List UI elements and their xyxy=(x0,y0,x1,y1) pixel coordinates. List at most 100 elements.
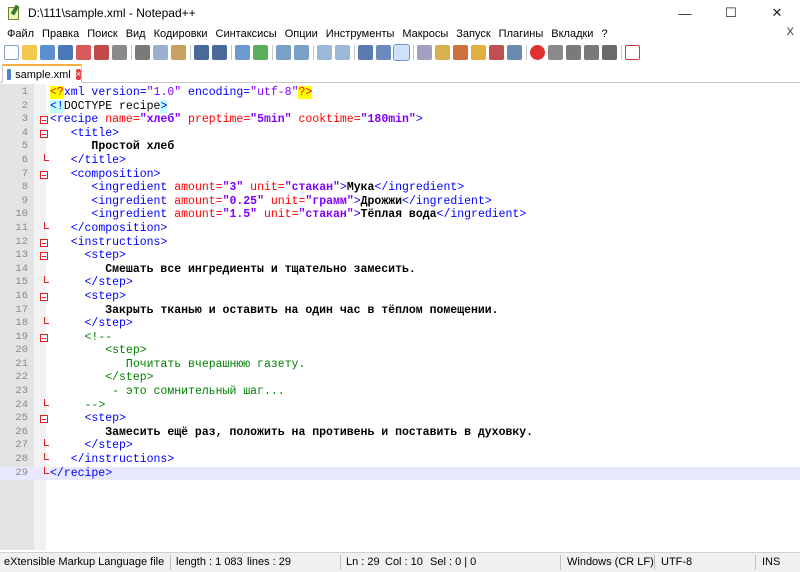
fold-end-marker xyxy=(44,466,49,474)
doc-switcher-icon[interactable] xyxy=(489,44,504,60)
fold-toggle-icon[interactable] xyxy=(40,333,48,342)
find-icon[interactable] xyxy=(235,44,250,60)
line-text: <instructions> xyxy=(70,235,168,249)
menu-encoding[interactable]: Кодировки xyxy=(150,28,212,40)
paste-icon[interactable] xyxy=(171,44,186,60)
stop-macro-icon[interactable] xyxy=(548,44,563,60)
status-divider xyxy=(654,555,655,570)
line-number: 29 xyxy=(15,466,28,479)
editor[interactable]: 1 <?xml version="1.0" encoding="utf-8"?> … xyxy=(0,84,800,550)
minimize-button[interactable]: — xyxy=(662,0,708,26)
title-bar: D:\111\sample.xml - Notepad++ — ☐ ✕ xyxy=(0,0,800,26)
toolbar-separator xyxy=(190,44,191,60)
udl-icon[interactable] xyxy=(417,44,432,60)
redo-icon[interactable] xyxy=(212,44,227,60)
cut-icon[interactable] xyxy=(135,44,150,60)
fold-end-marker xyxy=(44,439,49,447)
save-icon[interactable] xyxy=(40,44,55,60)
line-number: 13 xyxy=(15,249,28,262)
code-area[interactable]: 1 <?xml version="1.0" encoding="utf-8"?> … xyxy=(0,86,800,481)
line-text: </recipe> xyxy=(50,466,113,480)
fold-toggle-icon[interactable] xyxy=(40,129,48,138)
copy-icon[interactable] xyxy=(153,44,168,60)
line-text: </step> xyxy=(84,317,133,331)
menu-macro[interactable]: Макросы xyxy=(398,28,452,40)
doc-map-icon[interactable] xyxy=(435,44,450,60)
menu-view[interactable]: Вид xyxy=(122,28,150,40)
status-selection: Sel : 0 | 0 xyxy=(430,556,477,568)
line-number: 18 xyxy=(15,317,28,330)
tab-close-icon[interactable]: × xyxy=(75,69,81,80)
new-file-icon[interactable] xyxy=(4,44,19,60)
notepad-app-icon xyxy=(7,4,21,21)
code-line: 18 </step> xyxy=(0,317,800,331)
code-line: 9 <ingredient amount="0.25" unit="грамм"… xyxy=(0,195,800,209)
save-macro-icon[interactable] xyxy=(602,44,617,60)
fold-toggle-icon[interactable] xyxy=(40,252,48,261)
maximize-button[interactable]: ☐ xyxy=(708,0,754,26)
line-text: <ingredient amount="0.25" unit="грамм">Д… xyxy=(91,194,492,208)
menu-language[interactable]: Синтаксисы xyxy=(212,28,281,40)
line-number: 8 xyxy=(21,181,28,194)
toolbar-separator xyxy=(413,44,414,60)
code-line: 5 Простой хлеб xyxy=(0,140,800,154)
fold-toggle-icon[interactable] xyxy=(40,292,48,301)
show-all-chars-icon[interactable] xyxy=(376,44,391,60)
print-icon[interactable] xyxy=(112,44,127,60)
monitoring-icon[interactable] xyxy=(507,44,522,60)
sync-horizontal-icon[interactable] xyxy=(335,44,350,60)
status-encoding[interactable]: UTF-8 xyxy=(661,556,692,568)
menu-plugins[interactable]: Плагины xyxy=(495,28,548,40)
play-macro-icon[interactable] xyxy=(566,44,581,60)
fold-toggle-icon[interactable] xyxy=(40,170,48,179)
code-line: 6 </title> xyxy=(0,153,800,168)
line-text: <step> xyxy=(84,249,126,263)
zoom-out-icon[interactable] xyxy=(294,44,309,60)
fold-toggle-icon[interactable] xyxy=(40,116,48,125)
status-eol[interactable]: Windows (CR LF) xyxy=(567,556,654,568)
close-button[interactable]: ✕ xyxy=(754,0,800,26)
line-number: 10 xyxy=(15,208,28,221)
line-text: Замесить ещё раз, положить на противень … xyxy=(105,425,534,439)
tab-sample-xml[interactable]: sample.xml × xyxy=(2,64,82,83)
toolbar-separator xyxy=(272,44,273,60)
fold-toggle-icon[interactable] xyxy=(40,415,48,424)
function-list-icon[interactable] xyxy=(453,44,468,60)
menu-settings[interactable]: Опции xyxy=(281,28,322,40)
fold-end-marker xyxy=(44,317,49,325)
menu-help[interactable]: ? xyxy=(597,28,611,40)
menu-edit[interactable]: Правка xyxy=(38,28,83,40)
line-text: - это сомнительный шаг... xyxy=(112,385,285,399)
word-wrap-icon[interactable] xyxy=(358,44,373,60)
menu-window[interactable]: Вкладки xyxy=(547,28,597,40)
save-all-icon[interactable] xyxy=(58,44,73,60)
menu-tools[interactable]: Инструменты xyxy=(322,28,399,40)
close-all-icon[interactable] xyxy=(94,44,109,60)
menu-search[interactable]: Поиск xyxy=(83,28,121,40)
undo-icon[interactable] xyxy=(194,44,209,60)
fold-toggle-icon[interactable] xyxy=(40,238,48,247)
close-file-icon[interactable] xyxy=(76,44,91,60)
toolbar-separator xyxy=(354,44,355,60)
folder-as-workspace-icon[interactable] xyxy=(471,44,486,60)
open-file-icon[interactable] xyxy=(22,44,37,60)
code-line: 27 </step> xyxy=(0,439,800,453)
indent-guide-icon[interactable] xyxy=(393,43,410,61)
code-line: 23 - это сомнительный шаг... xyxy=(0,385,800,399)
menu-file[interactable]: Файл xyxy=(3,28,38,40)
line-text: </instructions> xyxy=(70,453,175,467)
code-line: 16 <step> xyxy=(0,290,800,304)
record-macro-icon[interactable] xyxy=(530,44,545,60)
sync-vertical-icon[interactable] xyxy=(317,44,332,60)
close-document-button[interactable]: X xyxy=(787,26,794,38)
line-text: Простой хлеб xyxy=(91,140,175,154)
spell-check-icon[interactable] xyxy=(625,44,640,60)
menu-run[interactable]: Запуск xyxy=(452,28,494,40)
status-insert-mode[interactable]: INS xyxy=(762,556,780,568)
fold-end-marker xyxy=(44,153,49,161)
zoom-in-icon[interactable] xyxy=(276,44,291,60)
replace-icon[interactable] xyxy=(253,44,268,60)
code-line: 3 <recipe name="хлеб" preptime="5min" coo… xyxy=(0,113,800,127)
run-macro-multiple-icon[interactable] xyxy=(584,44,599,60)
line-number: 28 xyxy=(15,453,28,466)
